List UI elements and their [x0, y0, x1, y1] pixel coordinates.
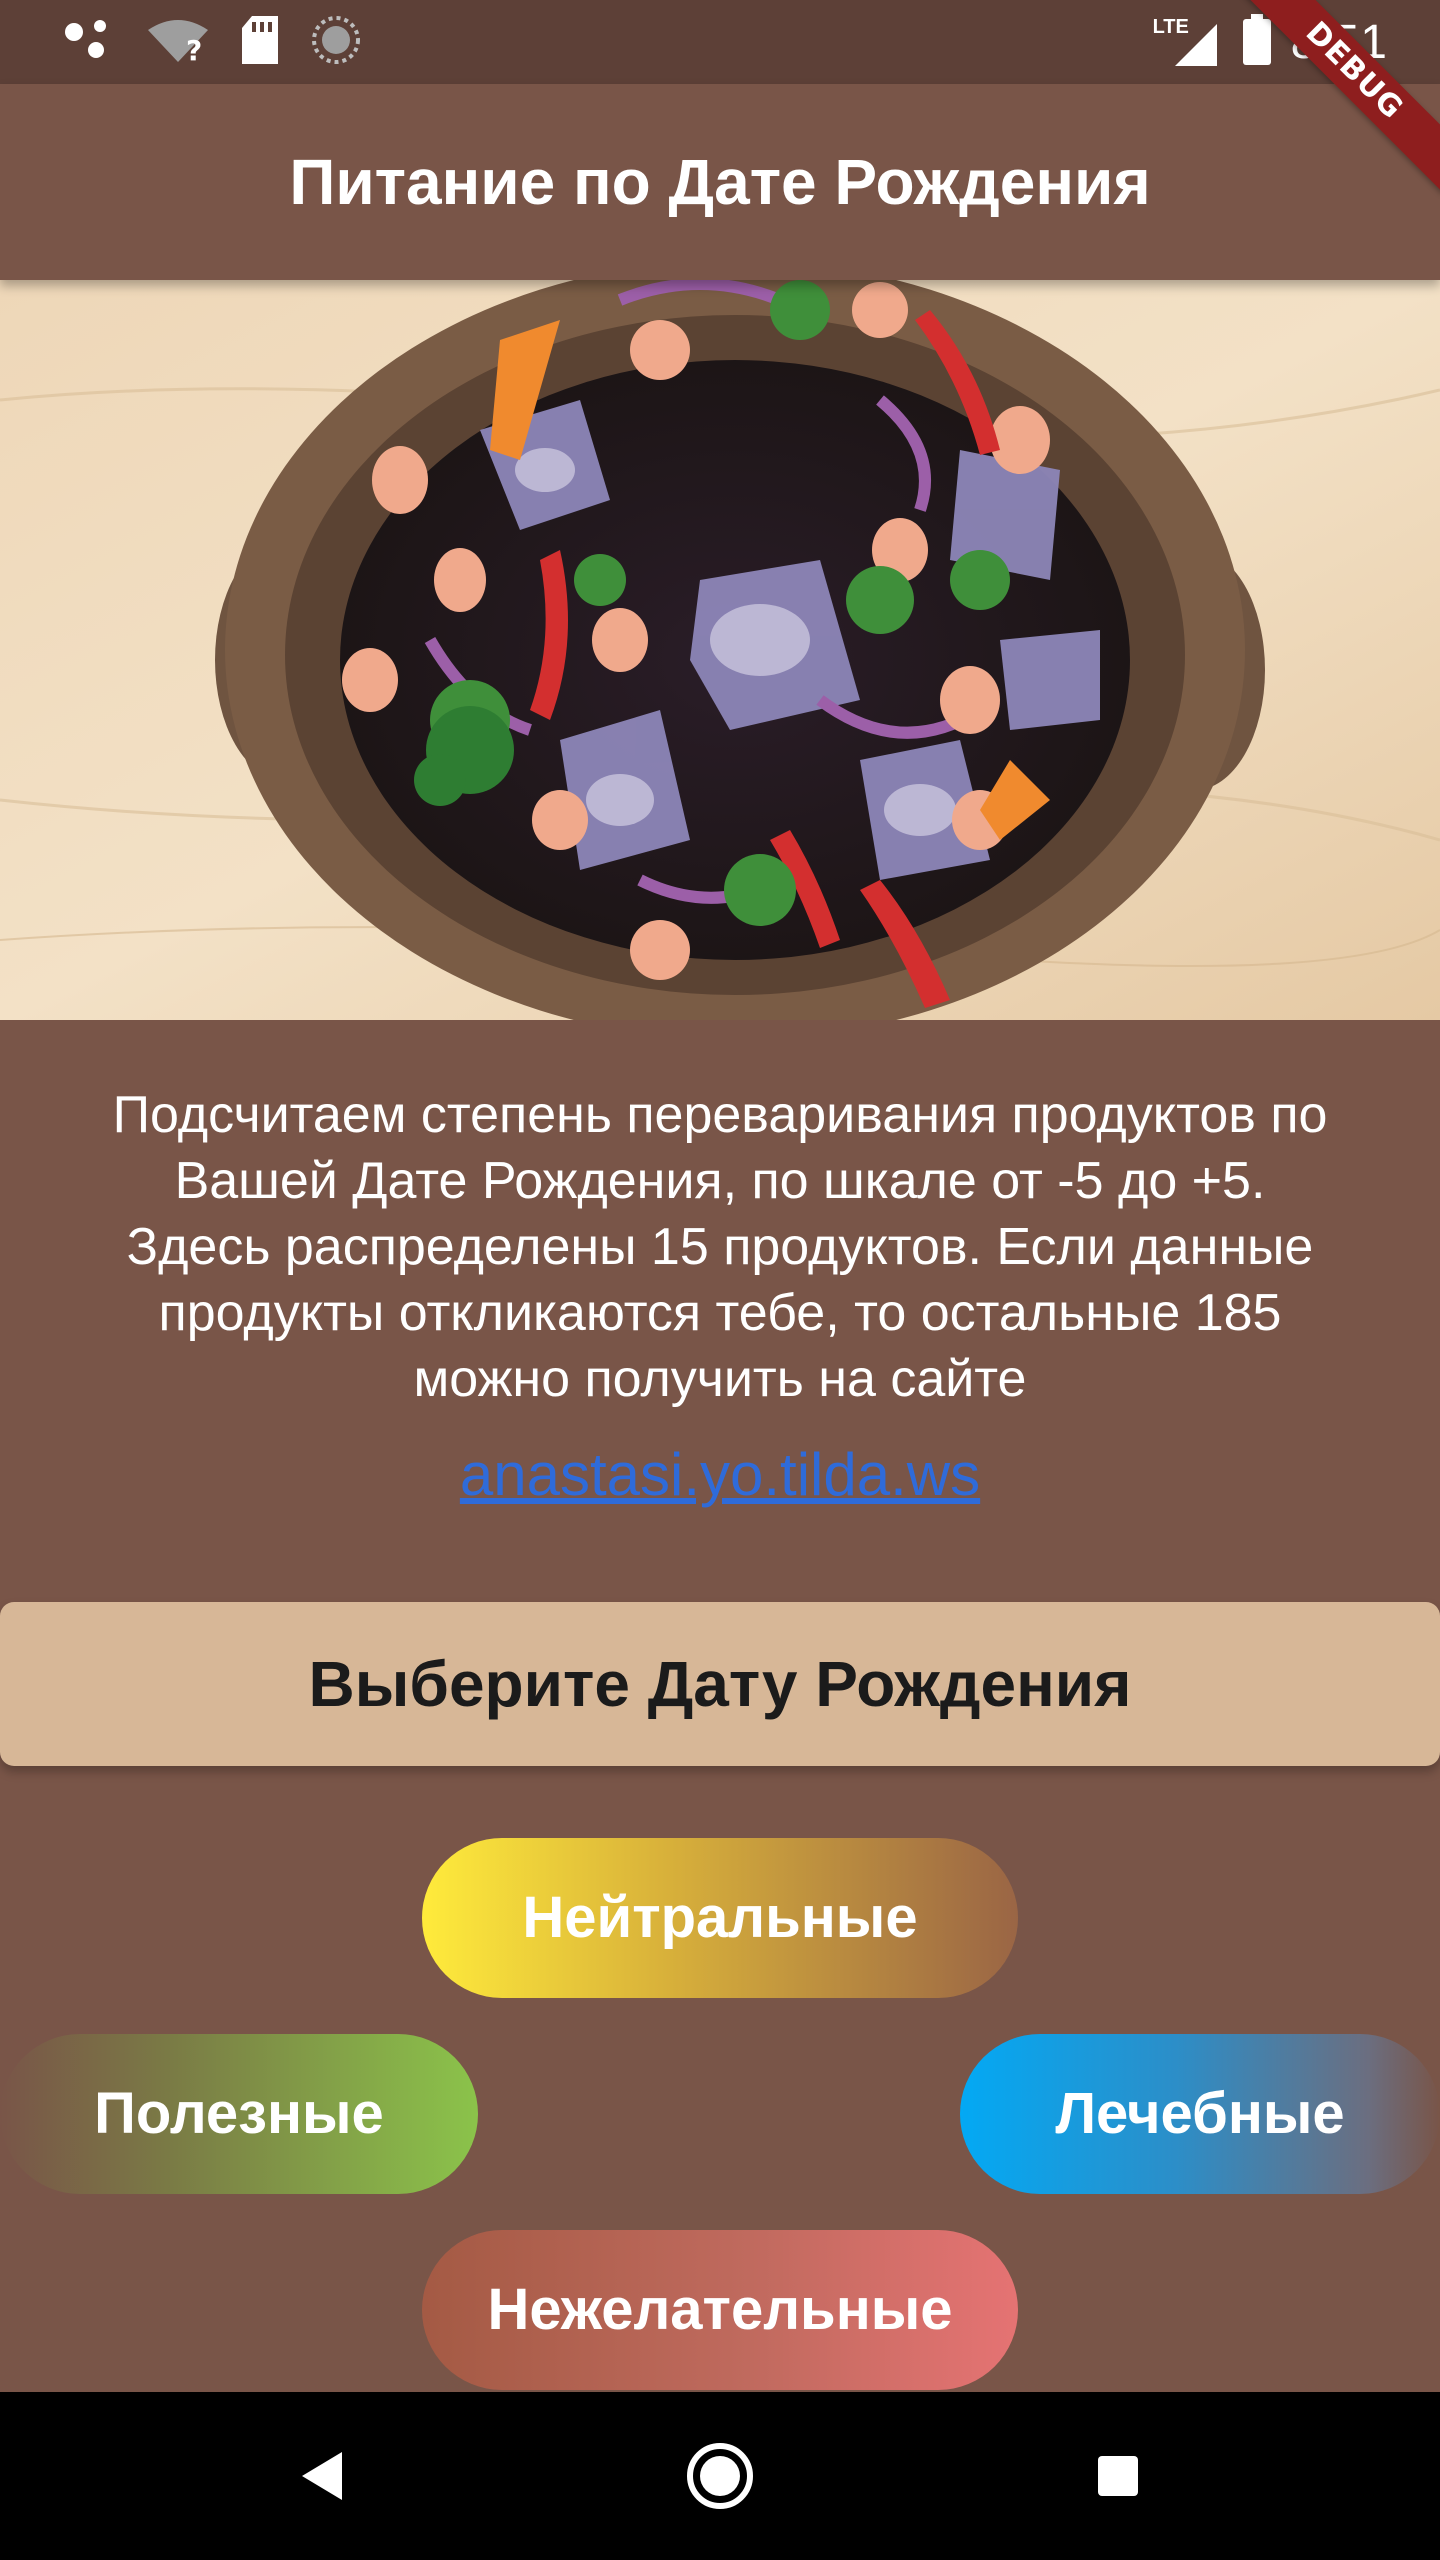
category-healing-button[interactable]: Лечебные: [960, 2034, 1440, 2194]
category-neutral-button[interactable]: Нейтральные: [422, 1838, 1018, 1998]
category-undesired-button[interactable]: Нежелательные: [422, 2230, 1018, 2390]
status-left-icons: ?: [62, 14, 362, 70]
select-birthdate-button[interactable]: Выберите Дату Рождения: [0, 1602, 1440, 1766]
description-line-1: Подсчитаем степень переваривания продукт…: [112, 1086, 1328, 1144]
category-useful-button[interactable]: Полезные: [0, 2034, 478, 2194]
navigation-bar: [0, 2392, 1440, 2560]
recents-square-icon[interactable]: [1078, 2436, 1158, 2516]
status-bar: ? LTE: [0, 0, 1440, 84]
cell-signal-icon: LTE: [1153, 16, 1223, 68]
back-triangle-icon[interactable]: [282, 2436, 362, 2516]
description-text: Подсчитаем степень переваривания продукт…: [40, 1082, 1400, 1412]
description-line-3: Здесь распределены 15 продуктов. Если да…: [126, 1218, 1314, 1276]
app-bar: Питание по Дате Рождения: [0, 84, 1440, 280]
sd-card-icon: [238, 14, 282, 70]
assistant-dots-icon: [62, 16, 118, 68]
battery-icon: [1241, 14, 1273, 70]
description-line-5: можно получить на сайте: [413, 1350, 1027, 1408]
sync-circle-icon: [310, 14, 362, 70]
site-link[interactable]: anastasi.yo.tilda.ws: [0, 1440, 1440, 1509]
description-line-4: продукты откликаются тебе, то остальные …: [158, 1284, 1282, 1342]
page-title: Питание по Дате Рождения: [289, 146, 1151, 218]
svg-text:?: ?: [186, 34, 202, 64]
wifi-unknown-icon: ?: [146, 16, 210, 68]
home-circle-icon[interactable]: [680, 2436, 760, 2516]
description-line-2: Вашей Дате Рождения, по шкале от -5 до +…: [174, 1152, 1266, 1210]
salad-bowl-image: [0, 280, 1440, 1020]
